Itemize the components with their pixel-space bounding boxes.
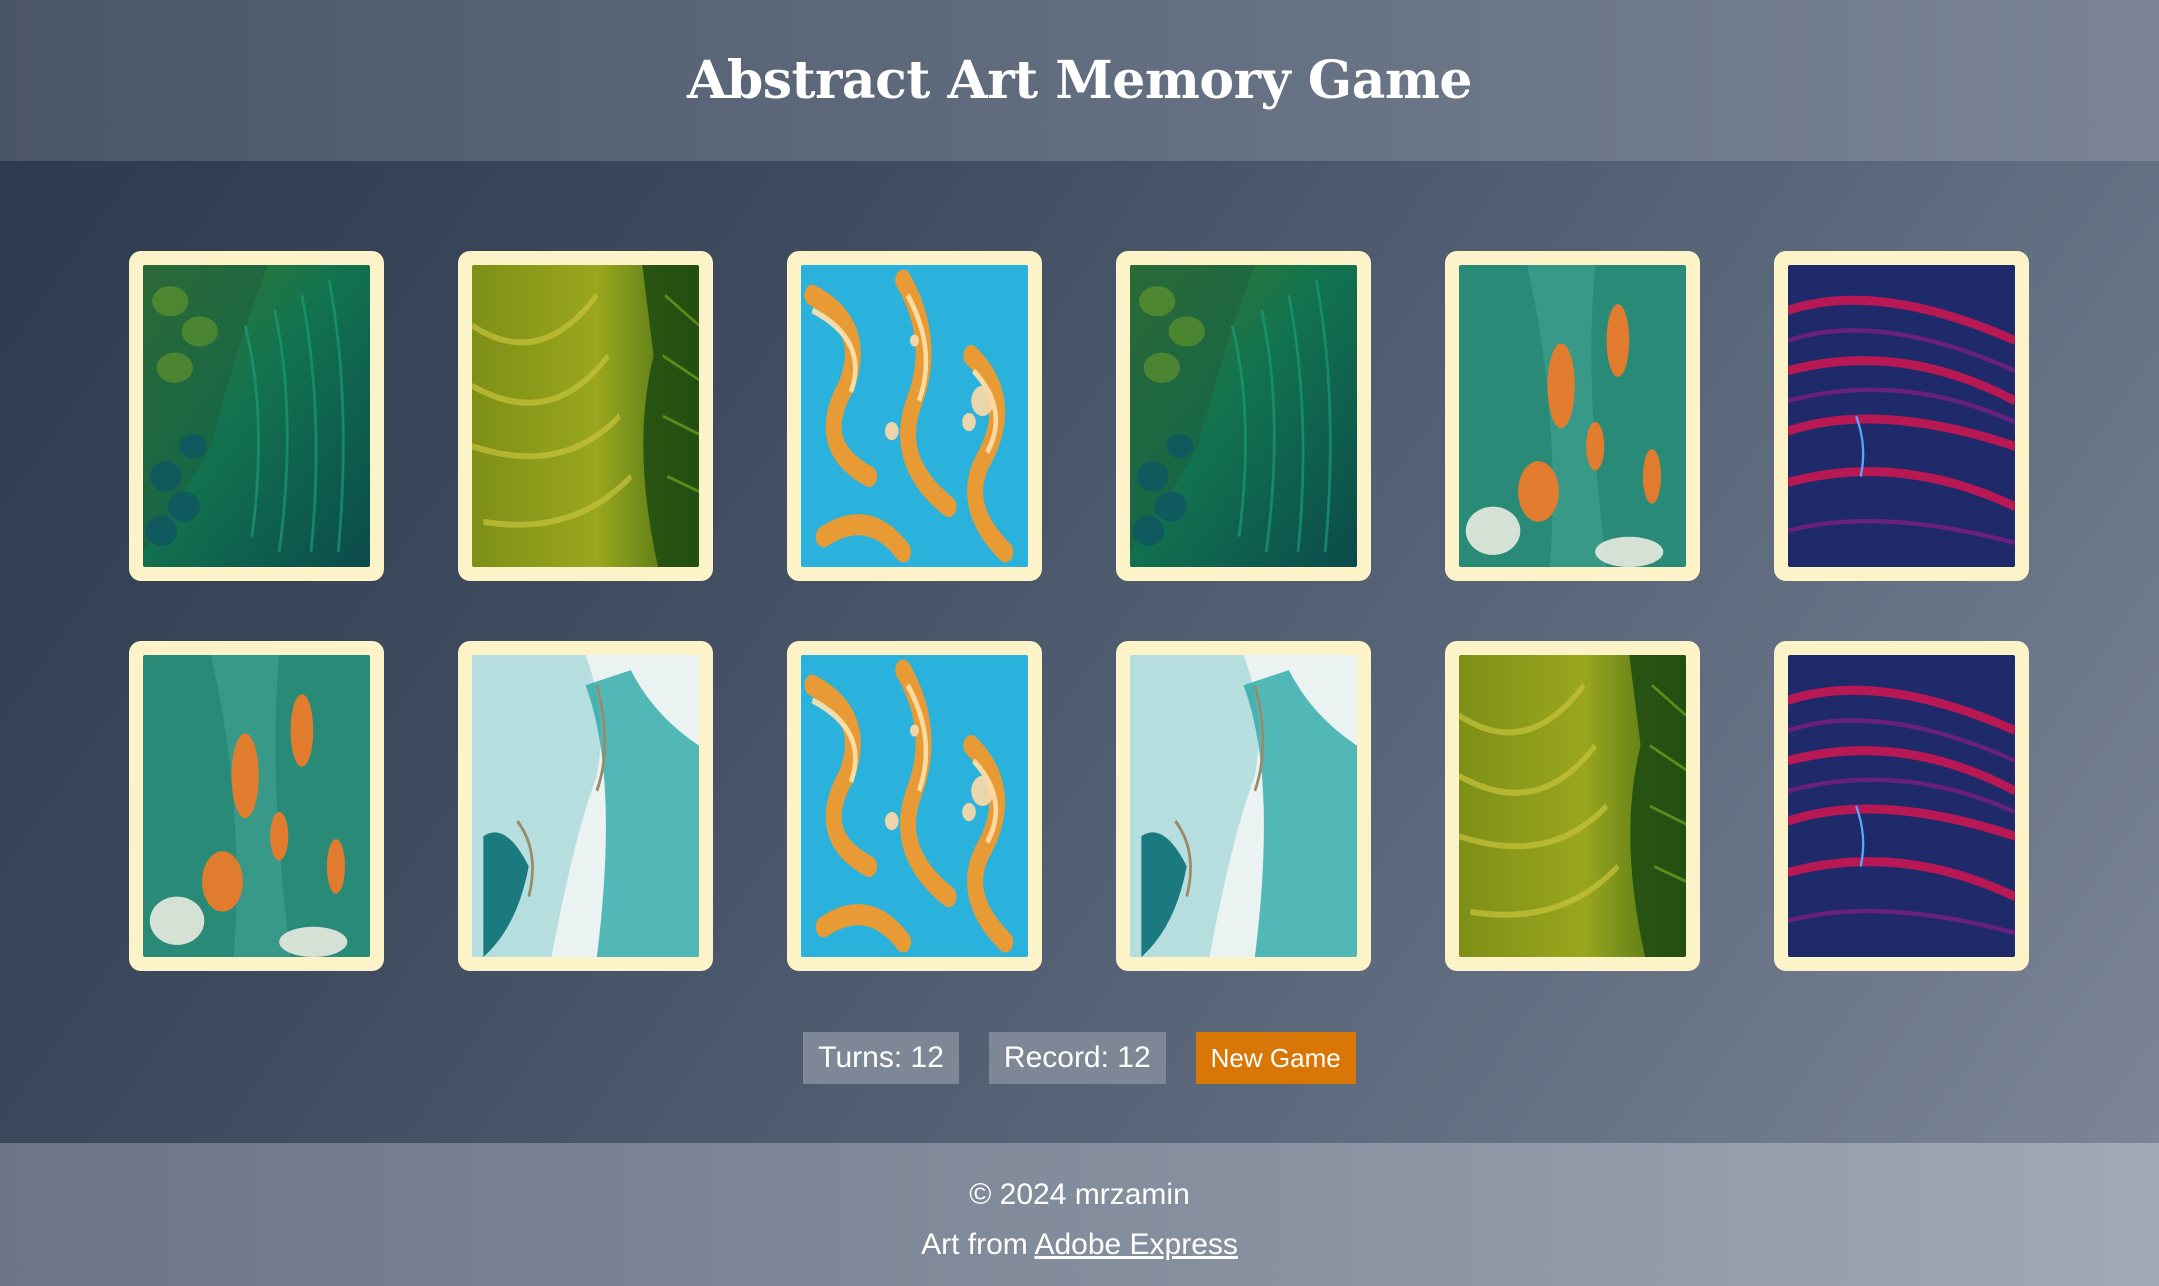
art-credit: Art from Adobe Express (0, 1220, 2159, 1270)
adobe-express-link[interactable]: Adobe Express (1034, 1228, 1237, 1261)
card-grid (129, 251, 2029, 971)
card-artwork-orange-blue-marble (801, 265, 1028, 567)
card-artwork-red-blue-fur (1788, 655, 2015, 957)
card-artwork-turquoise-coast (472, 655, 699, 957)
card-artwork-peacock-feathers (1130, 265, 1357, 567)
memory-card[interactable] (787, 641, 1042, 971)
card-artwork-turquoise-coast (1130, 655, 1357, 957)
card-artwork-orange-blue-marble (801, 655, 1028, 957)
record-counter: Record: 12 (988, 1032, 1166, 1084)
memory-card[interactable] (129, 251, 384, 581)
card-artwork-teal-orange-splash (1459, 265, 1686, 567)
card-artwork-teal-orange-splash (143, 655, 370, 957)
page-title: Abstract Art Memory Game (686, 50, 1473, 111)
page-footer: © 2024 mrzamin Art from Adobe Express (0, 1143, 2159, 1286)
memory-card[interactable] (1774, 251, 2029, 581)
new-game-button[interactable]: New Game (1195, 1032, 1356, 1084)
game-board: Turns: 12 Record: 12 New Game (0, 161, 2159, 1143)
memory-card[interactable] (787, 251, 1042, 581)
memory-card[interactable] (458, 251, 713, 581)
memory-card[interactable] (1116, 251, 1371, 581)
memory-card[interactable] (1116, 641, 1371, 971)
page-header: Abstract Art Memory Game (0, 0, 2159, 161)
game-controls: Turns: 12 Record: 12 New Game (0, 1032, 2159, 1084)
card-artwork-green-terraces (1459, 655, 1686, 957)
memory-card[interactable] (1445, 641, 1700, 971)
turns-counter: Turns: 12 (803, 1032, 959, 1084)
card-artwork-peacock-feathers (143, 265, 370, 567)
copyright-text: © 2024 mrzamin (969, 1178, 1190, 1211)
memory-card[interactable] (1445, 251, 1700, 581)
card-artwork-red-blue-fur (1788, 265, 2015, 567)
art-credit-prefix: Art from (921, 1228, 1035, 1261)
card-artwork-green-terraces (472, 265, 699, 567)
memory-card[interactable] (129, 641, 384, 971)
memory-card[interactable] (1774, 641, 2029, 971)
memory-card[interactable] (458, 641, 713, 971)
